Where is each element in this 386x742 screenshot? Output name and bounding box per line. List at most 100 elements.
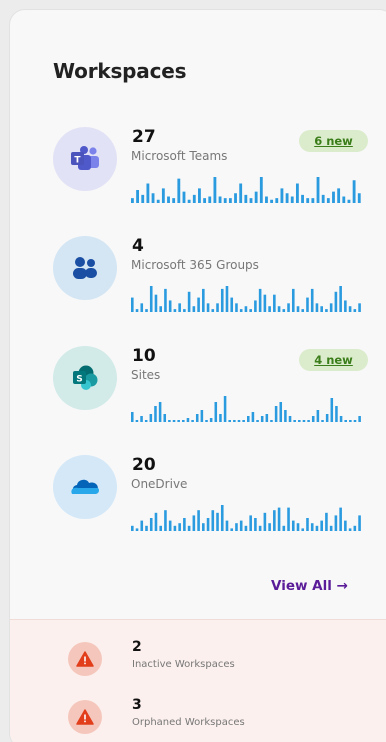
sparkline-bar — [342, 196, 346, 203]
warning-icon-badge — [68, 642, 102, 676]
sparkline-bar — [164, 288, 167, 312]
sparkline-bar — [154, 512, 158, 531]
sites-label: Sites — [131, 368, 161, 382]
sparkline-bar — [163, 414, 167, 422]
sparkline-bar — [230, 528, 234, 531]
sparkline-bar — [282, 309, 286, 312]
warning-icon — [76, 709, 94, 725]
orphaned-label: Orphaned Workspaces — [132, 717, 245, 728]
sparkline-bar — [211, 309, 215, 312]
sparkline-bar — [249, 198, 253, 203]
sparkline-bar — [290, 196, 294, 203]
alert-row-inactive[interactable]: 2 Inactive Workspaces — [10, 639, 386, 679]
sparkline-bar — [135, 309, 139, 312]
sparkline-bar — [287, 303, 290, 312]
view-all-link[interactable]: View All → — [271, 578, 348, 594]
sparkline-bar — [348, 306, 352, 312]
workspace-row-teams[interactable]: T 27 Microsoft Teams 6 new — [10, 127, 386, 227]
svg-text:S: S — [76, 375, 82, 385]
sparkline-bar — [326, 198, 330, 203]
sparkline-bar — [140, 303, 144, 312]
sparkline-bar — [167, 196, 170, 203]
sparkline-bar — [339, 507, 342, 531]
sparkline-bar — [273, 510, 276, 531]
sparkline-bar — [358, 515, 361, 531]
sparkline-bar — [249, 309, 252, 312]
sparkline-bar — [254, 518, 257, 531]
sparkline-bar — [307, 420, 310, 422]
sparkline-bar — [135, 420, 139, 422]
sparkline-bar — [225, 286, 229, 312]
sparkline-bar — [275, 198, 279, 203]
sparkline-bar — [173, 525, 177, 531]
sparkline-bar — [182, 420, 185, 422]
sparkline-bar — [239, 309, 243, 312]
sparkline-bar — [146, 183, 150, 203]
workspace-row-sites[interactable]: S 10 Sites 4 new — [10, 346, 386, 446]
sparkline-bar — [136, 190, 139, 203]
sites-new-badge[interactable]: 4 new — [299, 349, 368, 371]
sparkline-bar — [220, 288, 224, 312]
sparkline-bar — [288, 416, 292, 422]
sparkline-bar — [135, 528, 139, 531]
groups-icon-badge — [53, 236, 117, 300]
sparkline-bar — [258, 288, 262, 312]
sparkline-bar — [187, 291, 191, 312]
sparkline-bar — [178, 303, 181, 312]
groups-label: Microsoft 365 Groups — [131, 258, 259, 272]
sparkline-bar — [172, 420, 176, 422]
warning-icon-badge — [68, 700, 102, 734]
sparkline-bar — [273, 294, 276, 312]
sparkline-bar — [237, 420, 241, 422]
sparkline-bar — [353, 309, 357, 312]
sparkline-bar — [159, 525, 163, 531]
alert-row-orphaned[interactable]: 3 Orphaned Workspaces — [10, 697, 386, 737]
workspace-row-onedrive[interactable]: 20 OneDrive — [10, 455, 386, 555]
sparkline-bar — [192, 515, 196, 531]
sparkline-bar — [270, 420, 273, 422]
groups-sparkline — [131, 286, 361, 312]
sparkline-bar — [316, 177, 320, 203]
sparkline-bar — [353, 525, 357, 531]
sparkline-bar — [145, 525, 148, 531]
sparkline-bar — [140, 416, 143, 422]
sparkline-bar — [254, 300, 257, 312]
sparkline-bar — [156, 199, 160, 203]
sparkline-bar — [251, 412, 255, 422]
teams-new-badge[interactable]: 6 new — [299, 130, 368, 152]
sparkline-bar — [216, 303, 219, 312]
sparkline-bar — [285, 193, 289, 203]
sparkline-bar — [164, 510, 167, 531]
sparkline-bar — [206, 518, 210, 531]
workspace-row-groups[interactable]: 4 Microsoft 365 Groups — [10, 236, 386, 336]
sparkline-bar — [334, 291, 338, 312]
sparkline-bar — [177, 178, 181, 203]
sparkline-bar — [131, 525, 134, 531]
teams-icon-badge: T — [53, 127, 117, 191]
sparkline-bar — [228, 420, 231, 422]
sparkline-bar — [265, 196, 268, 203]
sparkline-bar — [296, 306, 300, 312]
sparkline-bar — [244, 306, 248, 312]
sparkline-bar — [233, 420, 236, 422]
sparkline-bar — [330, 398, 334, 422]
sparkline-bar — [258, 525, 262, 531]
inactive-label: Inactive Workspaces — [132, 659, 235, 670]
sparkline-bar — [352, 180, 356, 203]
sparkline-bar — [216, 512, 219, 531]
sparkline-bar — [321, 194, 325, 203]
sparkline-bar — [306, 297, 309, 312]
sparkline-bar — [295, 183, 299, 203]
microsoft-365-groups-icon — [73, 257, 97, 279]
sparkline-bar — [320, 520, 323, 531]
teams-count: 27 — [132, 127, 156, 147]
sparkline-bar — [141, 194, 145, 203]
sparkline-bar — [149, 518, 153, 531]
sparkline-bar — [149, 414, 153, 422]
sparkline-bar — [178, 523, 181, 531]
sparkline-bar — [202, 288, 205, 312]
sparkline-bar — [159, 306, 163, 312]
teams-sparkline — [131, 177, 361, 203]
sparkline-bar — [270, 199, 274, 203]
sparkline-bar — [310, 523, 314, 531]
